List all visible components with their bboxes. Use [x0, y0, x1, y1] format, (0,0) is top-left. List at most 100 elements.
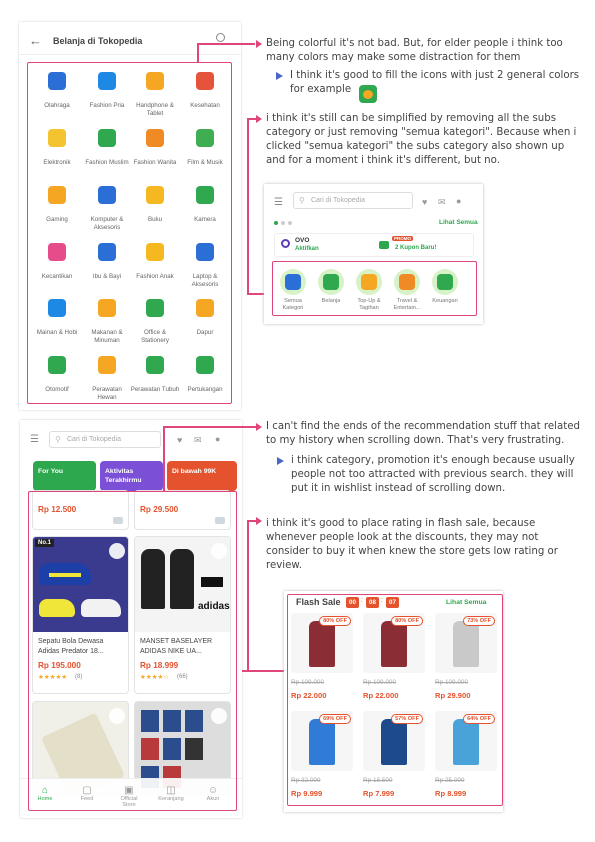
heart-icon[interactable]: ♥ — [422, 197, 427, 207]
category-label: Film & Musik — [187, 159, 223, 166]
bodycare-icon — [146, 356, 164, 374]
note-colors-bullet: I think it's good to fill the icons with… — [276, 69, 586, 97]
category-item[interactable]: Office & Stationery — [130, 299, 180, 345]
category-item[interactable]: Perawatan Tubuh — [130, 356, 180, 394]
book-icon — [146, 186, 164, 204]
sport-icon — [48, 72, 66, 90]
divider — [19, 54, 241, 55]
highlight-box-flash-sale — [287, 594, 503, 806]
category-label: Office & Stationery — [141, 329, 169, 344]
category-item[interactable]: Kecantikan — [32, 243, 82, 281]
category-item[interactable]: Fashion Muslim — [82, 129, 132, 167]
coupon-link[interactable]: 2 Kupon Baru! — [395, 245, 436, 251]
kidswear-icon — [146, 243, 164, 261]
category-label: Pertukangan — [187, 386, 223, 393]
search-input[interactable]: ⚲ Cari di Tokopedia — [49, 431, 161, 448]
category-label: Ibu & Bayi — [92, 273, 122, 280]
bell-icon[interactable]: ● — [215, 434, 220, 444]
note-subcategory: i think it's still can be simplified by … — [266, 113, 577, 166]
search-input[interactable]: ⚲ Cari di Tokopedia — [293, 192, 413, 209]
category-item[interactable]: Kamera — [180, 186, 230, 224]
category-label: Otomotif — [45, 386, 69, 393]
category-item[interactable]: Perawatan Hewan — [82, 356, 132, 402]
bell-icon[interactable]: ● — [456, 196, 461, 206]
lipstick-icon — [48, 243, 66, 261]
laptop-icon — [196, 243, 214, 261]
category-item[interactable]: Ibu & Bayi — [82, 243, 132, 281]
category-item[interactable]: Buku — [130, 186, 180, 224]
heart-icon[interactable]: ♥ — [177, 435, 182, 445]
category-label: Gaming — [46, 216, 68, 223]
category-item[interactable]: Film & Musik — [180, 129, 230, 167]
category-label: Kesehatan — [190, 102, 220, 109]
note-recommendation: I can't find the ends of the recommendat… — [266, 421, 580, 446]
category-item[interactable]: Pertukangan — [180, 356, 230, 394]
wheel-icon — [48, 356, 66, 374]
toy-icon — [48, 299, 66, 317]
kitchen-icon — [196, 299, 214, 317]
health-icon — [196, 72, 214, 90]
note-recommendation-bullet: i think category, promotion it's enough … — [277, 454, 587, 496]
menu-icon[interactable]: ☰ — [30, 434, 39, 445]
search-icon[interactable] — [216, 33, 225, 42]
category-label: Kamera — [194, 216, 216, 223]
menu-icon[interactable]: ☰ — [274, 197, 283, 208]
lihat-semua-link[interactable]: Lihat Semua — [439, 219, 478, 226]
music-icon — [196, 129, 214, 147]
category-item[interactable]: Fashion Pria — [82, 72, 132, 110]
category-label: Dapur — [196, 329, 214, 336]
gamepad-icon — [48, 186, 66, 204]
tab-for-you[interactable]: For You — [33, 461, 96, 491]
category-item[interactable]: Mainan & Hobi — [32, 299, 82, 337]
tab-aktivitas[interactable]: Aktivitas Terakhirmu — [100, 461, 163, 491]
category-label: Handphone & Tablet — [136, 102, 174, 117]
tab-dibawah-99k[interactable]: Di bawah 99K — [167, 461, 237, 491]
bone-icon — [98, 356, 116, 374]
mail-icon[interactable]: ✉ — [194, 435, 202, 446]
category-label: Fashion Wanita — [133, 159, 177, 166]
shirt-icon — [98, 72, 116, 90]
back-arrow-icon[interactable]: ← — [29, 33, 42, 48]
hammer-icon — [196, 356, 214, 374]
category-item[interactable]: Elektronik — [32, 129, 82, 167]
category-label: Fashion Anak — [136, 273, 174, 280]
category-item[interactable]: Komputer & Aksesoris — [82, 186, 132, 232]
category-item[interactable]: Makanan & Minuman — [82, 299, 132, 345]
ovo-activate-link[interactable]: Aktifkan — [295, 246, 319, 252]
category-item[interactable]: Fashion Anak — [130, 243, 180, 281]
monitor-icon — [98, 186, 116, 204]
muslim-icon — [98, 129, 116, 147]
page-title: Belanja di Tokopedia — [53, 36, 143, 46]
category-item[interactable]: Gaming — [32, 186, 82, 224]
category-label: Buku — [147, 216, 163, 223]
category-label: Fashion Muslim — [85, 159, 129, 166]
stationery-icon — [146, 299, 164, 317]
category-label: Perawatan Hewan — [92, 386, 122, 401]
baby-icon — [98, 243, 116, 261]
coupon-icon — [379, 241, 389, 249]
promo-badge: PROMO — [392, 236, 414, 241]
category-item[interactable]: Laptop & Aksesoris — [180, 243, 230, 289]
highlight-box-subcategory — [272, 261, 477, 316]
category-item[interactable]: Otomotif — [32, 356, 82, 394]
highlight-box-recommendation — [28, 491, 237, 811]
category-label: Fashion Pria — [89, 102, 125, 109]
category-label: Olahraga — [44, 102, 70, 109]
category-label: Laptop & Aksesoris — [191, 273, 219, 288]
note-flash-sale: i think it's good to place rating in fla… — [266, 518, 558, 571]
category-label: Makanan & Minuman — [91, 329, 123, 344]
phone-icon — [146, 72, 164, 90]
category-label: Perawatan Tubuh — [130, 386, 180, 393]
category-label: Komputer & Aksesoris — [90, 216, 124, 231]
example-camera-icon — [359, 85, 377, 103]
category-item[interactable]: Kesehatan — [180, 72, 230, 110]
mail-icon[interactable]: ✉ — [438, 197, 446, 208]
category-item[interactable]: Dapur — [180, 299, 230, 337]
dress-icon — [146, 129, 164, 147]
lamp-icon — [48, 129, 66, 147]
category-item[interactable]: Olahraga — [32, 72, 82, 110]
category-item[interactable]: Fashion Wanita — [130, 129, 180, 167]
category-item[interactable]: Handphone & Tablet — [130, 72, 180, 118]
food-icon — [98, 299, 116, 317]
note-colors: Being colorful it's not bad. But, for el… — [266, 38, 563, 63]
